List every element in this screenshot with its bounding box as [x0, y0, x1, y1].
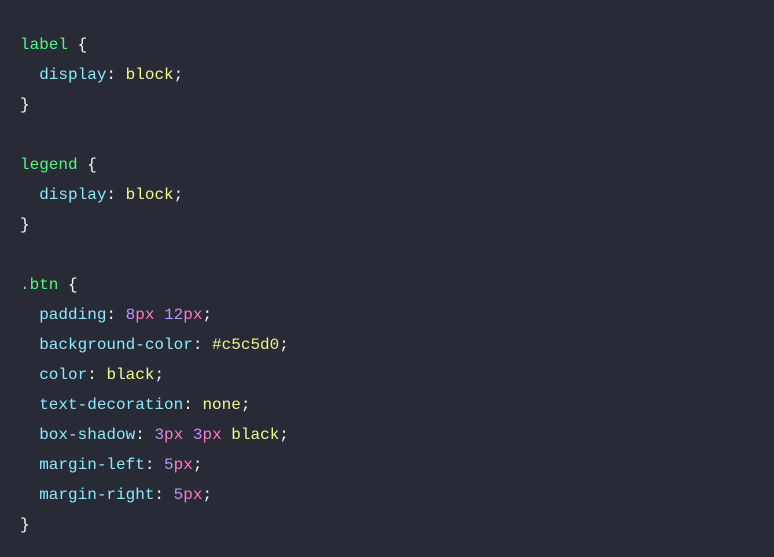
semicolon: ;: [154, 366, 164, 384]
brace-close: }: [20, 96, 30, 114]
semicolon: ;: [202, 486, 212, 504]
css-value-part: px: [135, 306, 154, 324]
css-selector: .btn: [20, 276, 58, 294]
css-value-part: 5: [174, 486, 184, 504]
indent: [20, 366, 39, 384]
space: [202, 336, 212, 354]
css-value-part: #c5c5d0: [212, 336, 279, 354]
indent: [20, 396, 39, 414]
space: [78, 156, 88, 174]
space: [116, 306, 126, 324]
colon: :: [193, 336, 203, 354]
css-property: margin-left: [39, 456, 145, 474]
semicolon: ;: [241, 396, 251, 414]
colon: :: [106, 186, 116, 204]
indent: [20, 186, 39, 204]
css-value-part: px: [202, 426, 221, 444]
css-property: text-decoration: [39, 396, 183, 414]
space: [164, 486, 174, 504]
space: [154, 456, 164, 474]
css-value-part: px: [174, 456, 193, 474]
indent: [20, 306, 39, 324]
space: [58, 276, 68, 294]
css-property: display: [39, 186, 106, 204]
colon: :: [106, 306, 116, 324]
brace-open: {: [68, 276, 78, 294]
css-property: background-color: [39, 336, 193, 354]
semicolon: ;: [193, 456, 203, 474]
space: [145, 426, 155, 444]
css-value-part: black: [106, 366, 154, 384]
indent: [20, 336, 39, 354]
css-property: box-shadow: [39, 426, 135, 444]
space: [116, 186, 126, 204]
brace-close: }: [20, 216, 30, 234]
css-property: display: [39, 66, 106, 84]
space: [193, 396, 203, 414]
semicolon: ;: [174, 66, 184, 84]
space: [68, 36, 78, 54]
colon: :: [135, 426, 145, 444]
colon: :: [87, 366, 97, 384]
colon: :: [145, 456, 155, 474]
indent: [20, 486, 39, 504]
css-selector: legend: [20, 156, 78, 174]
css-value-part: [183, 426, 193, 444]
css-value-part: block: [126, 186, 174, 204]
brace-close: }: [20, 516, 30, 534]
css-value-part: [222, 426, 232, 444]
css-value-part: 3: [154, 426, 164, 444]
css-value-part: 5: [164, 456, 174, 474]
css-value-part: [154, 306, 164, 324]
css-value-part: none: [202, 396, 240, 414]
colon: :: [154, 486, 164, 504]
indent: [20, 426, 39, 444]
css-property: padding: [39, 306, 106, 324]
semicolon: ;: [174, 186, 184, 204]
css-value-part: black: [231, 426, 279, 444]
space: [116, 66, 126, 84]
css-selector: label: [20, 36, 68, 54]
css-code-block: label { display: block; } legend { displ…: [0, 0, 774, 557]
indent: [20, 66, 39, 84]
css-value-part: block: [126, 66, 174, 84]
css-property: margin-right: [39, 486, 154, 504]
semicolon: ;: [279, 426, 289, 444]
colon: :: [106, 66, 116, 84]
colon: :: [183, 396, 193, 414]
css-value-part: 8: [126, 306, 136, 324]
css-value-part: px: [183, 306, 202, 324]
css-value-part: px: [183, 486, 202, 504]
css-value-part: px: [164, 426, 183, 444]
semicolon: ;: [202, 306, 212, 324]
css-value-part: 12: [164, 306, 183, 324]
indent: [20, 456, 39, 474]
css-property: color: [39, 366, 87, 384]
semicolon: ;: [279, 336, 289, 354]
brace-open: {: [78, 36, 88, 54]
space: [97, 366, 107, 384]
brace-open: {: [87, 156, 97, 174]
